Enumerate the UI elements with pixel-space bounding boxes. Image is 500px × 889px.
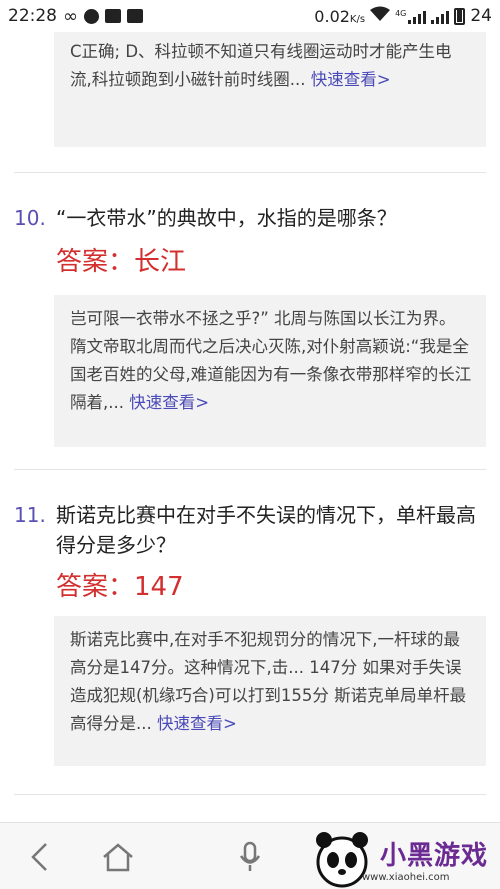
question-number: 10.: [14, 206, 46, 230]
result-snippet: C正确; D、科拉顿不知道只有线圈运动时才能产生电流,科拉顿跑到小磁针前时线圈.…: [54, 32, 486, 147]
answer-text: 答案：长江: [56, 247, 187, 277]
question-text: “一衣带水”的典故中，水指的是哪条？: [56, 206, 397, 230]
divider: [14, 794, 486, 795]
quick-view-link[interactable]: 快速查看>: [157, 714, 237, 733]
snippet-text: C正确; D、科拉顿不知道只有线圈运动时才能产生电流,科拉顿跑到小磁针前时线圈.…: [70, 42, 452, 89]
answer-text: 答案：147: [56, 572, 184, 602]
microphone-icon: [239, 841, 261, 871]
network-speed: 0.02K/s: [314, 6, 366, 26]
logo-text: 小黑游戏: [380, 841, 489, 871]
question-10: 10. “一衣带水”的典故中，水指的是哪条？: [0, 203, 500, 233]
search-results[interactable]: C正确; D、科拉顿不知道只有线圈运动时才能产生电流,科拉顿跑到小磁针前时线圈.…: [0, 32, 500, 822]
signal-4g-icon: 4G: [395, 9, 427, 24]
result-snippet: 岂可限一衣带水不拯之乎?” 北周与陈国以长江为界。隋文帝取北周而代之后决心灭陈,…: [54, 295, 486, 447]
result-snippet: 斯诺克比赛中,在对手不犯规罚分的情况下,一杆球的最高分是147分。这种情况下,击…: [54, 616, 486, 766]
battery-icon: [454, 7, 466, 25]
question-number: 11.: [14, 503, 46, 527]
home-button[interactable]: [88, 823, 148, 889]
voice-button[interactable]: [220, 823, 280, 889]
battery-level: 24: [470, 6, 492, 26]
wifi-icon: [370, 6, 391, 27]
home-icon: [103, 842, 133, 871]
signal-icon: [431, 9, 450, 24]
question-11: 11. 斯诺克比赛中在对手不失误的情况下，单杆最高得分是多少？: [0, 500, 500, 560]
status-bar: 22:28 ∞ 0.02K/s 4G 24: [0, 0, 500, 32]
chevron-left-icon: [31, 842, 47, 871]
status-time: 22:28: [8, 6, 57, 26]
back-button[interactable]: [10, 823, 70, 889]
infinity-icon: ∞: [63, 5, 78, 27]
chat-bubble-icon: [84, 8, 99, 24]
quick-view-link[interactable]: 快速查看>: [311, 70, 391, 89]
logo-url: www.xiaohei.com: [362, 872, 450, 883]
snippet-text: 斯诺克比赛中,在对手不犯规罚分的情况下,一杆球的最高分是147分。这种情况下,击…: [70, 630, 467, 733]
quick-view-link[interactable]: 快速查看>: [129, 393, 209, 412]
download-icon: [105, 9, 121, 23]
mail-icon: [127, 9, 143, 23]
question-text: 斯诺克比赛中在对手不失误的情况下，单杆最高得分是多少？: [56, 503, 476, 557]
